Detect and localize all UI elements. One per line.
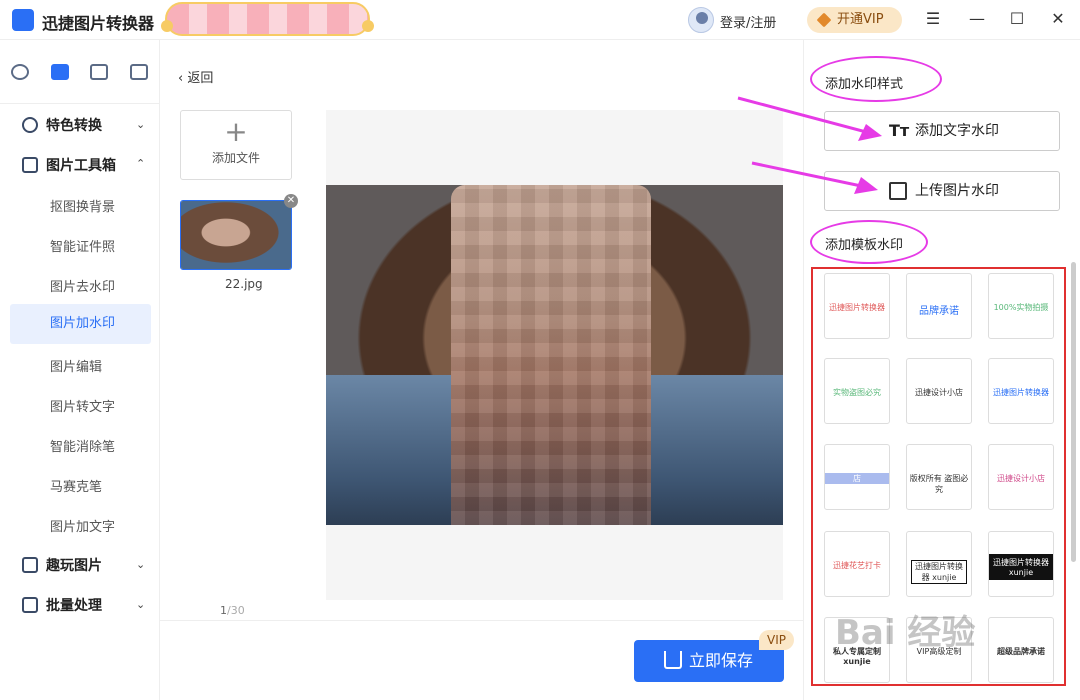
annotation-arrows	[737, 96, 882, 194]
annotation-arrow	[751, 161, 867, 189]
annotation-arrow	[737, 96, 871, 135]
